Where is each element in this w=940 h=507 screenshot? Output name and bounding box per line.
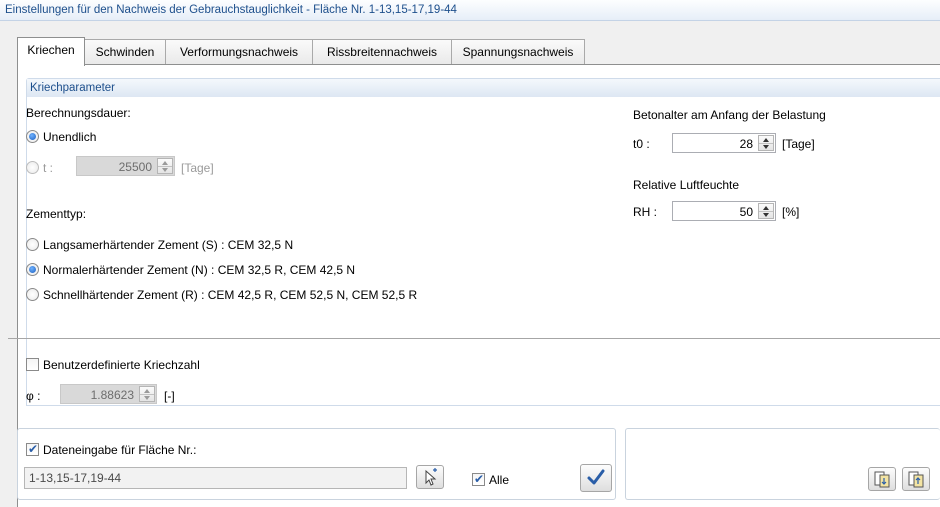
- custom-creep-label: Benutzerdefinierte Kriechzahl: [43, 358, 200, 372]
- radio-t[interactable]: [26, 161, 39, 174]
- cement-r-label: Schnellhärtender Zement (R) : CEM 42,5 R…: [43, 288, 418, 302]
- spin-arrows-icon[interactable]: [758, 135, 774, 151]
- creep-number-unit: [-]: [164, 389, 175, 403]
- custom-creep-checkbox[interactable]: [26, 358, 39, 371]
- t-days-stepper[interactable]: 25500: [76, 156, 175, 176]
- concrete-age-label: Betonalter am Anfang der Belastung: [633, 108, 826, 122]
- creep-number-value: 1.88623: [90, 388, 134, 402]
- tab-rissbreitennachweis[interactable]: Rissbreitennachweis: [312, 39, 452, 65]
- data-input-checkbox[interactable]: [26, 442, 39, 456]
- tab-kriechen[interactable]: Kriechen: [17, 37, 85, 66]
- creep-number-stepper[interactable]: 1.88623: [60, 384, 157, 404]
- rh-unit: [%]: [782, 205, 800, 219]
- radio-cement-r[interactable]: [26, 288, 39, 301]
- radio-cement-s[interactable]: [26, 238, 39, 251]
- data-input-box: [17, 428, 616, 500]
- t0-stepper[interactable]: 28: [672, 133, 776, 153]
- t0-value: 28: [739, 137, 753, 151]
- rh-stepper[interactable]: 50: [672, 201, 776, 221]
- t-days-unit: [Tage]: [181, 161, 214, 175]
- all-checkbox[interactable]: [472, 472, 485, 486]
- tab-spannungsnachweis[interactable]: Spannungsnachweis: [451, 39, 585, 65]
- data-input-label: Dateneingabe für Fläche Nr.:: [43, 443, 197, 457]
- window-title: Einstellungen für den Nachweis der Gebra…: [0, 0, 940, 21]
- cement-n-label: Normalerhärtender Zement (N) : CEM 32,5 …: [43, 263, 356, 277]
- import-button[interactable]: [868, 467, 896, 491]
- surface-numbers-input[interactable]: 1-13,15-17,19-44: [24, 467, 407, 489]
- pick-surface-button[interactable]: [416, 465, 444, 489]
- humidity-label: Relative Luftfeuchte: [633, 178, 740, 192]
- spin-arrows-icon[interactable]: [139, 386, 155, 402]
- export-icon: [908, 471, 924, 488]
- divider: [8, 338, 940, 339]
- tab-schwinden[interactable]: Schwinden: [84, 39, 166, 65]
- cement-type-label: Zementtyp:: [26, 207, 87, 221]
- phi-symbol: φ :: [26, 389, 41, 403]
- t-days-value: 25500: [118, 160, 152, 174]
- tab-verformungsnachweis[interactable]: Verformungsnachweis: [165, 39, 313, 65]
- radio-cement-n[interactable]: [26, 263, 39, 276]
- radio-infinite-label: Unendlich: [43, 130, 97, 144]
- apply-button[interactable]: [580, 464, 612, 492]
- duration-label: Berechnungsdauer:: [26, 106, 131, 120]
- import-icon: [874, 471, 890, 488]
- export-button[interactable]: [902, 467, 930, 491]
- t0-unit: [Tage]: [782, 137, 815, 151]
- group-title: Kriechparameter: [27, 79, 940, 97]
- checkmark-icon: [587, 469, 605, 485]
- all-label: Alle: [489, 473, 510, 487]
- pick-surface-icon: [425, 468, 437, 486]
- cement-s-label: Langsamerhärtender Zement (S) : CEM 32,5…: [43, 238, 294, 252]
- radio-infinite[interactable]: [26, 130, 39, 143]
- rh-symbol: RH :: [633, 205, 657, 219]
- spin-arrows-icon[interactable]: [758, 203, 774, 219]
- t0-symbol: t0 :: [633, 137, 650, 151]
- spin-arrows-icon[interactable]: [157, 158, 173, 174]
- rh-value: 50: [739, 205, 753, 219]
- radio-t-label: t :: [43, 161, 54, 175]
